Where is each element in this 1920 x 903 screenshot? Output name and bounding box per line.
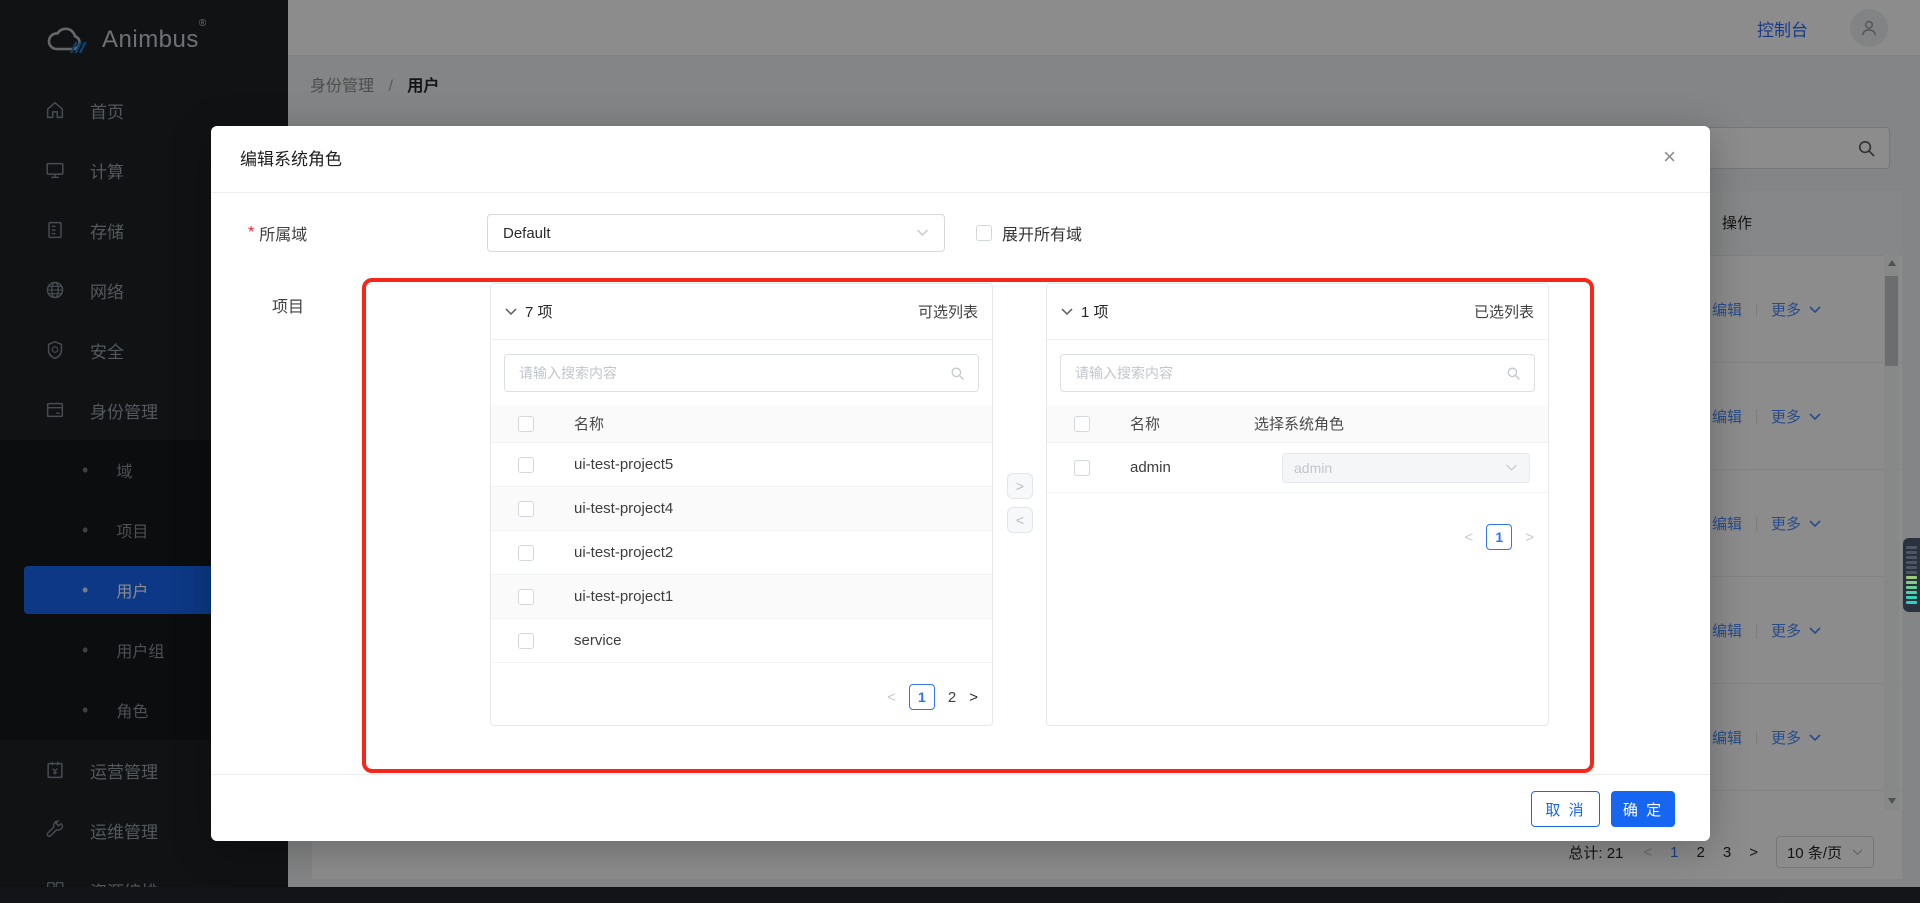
search-input[interactable] (505, 355, 978, 391)
panel-search-box (504, 354, 979, 392)
confirm-button[interactable]: 确 定 (1611, 791, 1675, 827)
modal-header: 编辑系统角色 × (211, 126, 1710, 193)
project-name: ui-test-project5 (574, 456, 674, 473)
checkbox[interactable] (518, 456, 534, 473)
panel-header: 1 项 已选列表 (1047, 284, 1548, 340)
page-1-button[interactable]: 1 (908, 684, 935, 710)
prev-page-button[interactable]: < (887, 689, 896, 706)
required-asterisk: * (248, 224, 255, 241)
cancel-button[interactable]: 取 消 (1531, 791, 1600, 827)
checkbox[interactable] (518, 632, 534, 649)
name-column-header: 名称 (1130, 416, 1161, 433)
role-select-value: admin (1294, 460, 1333, 476)
panel-search-box (1060, 354, 1535, 392)
project-row: ui-test-project2 (491, 531, 992, 575)
checkbox-label: 展开所有域 (1002, 227, 1083, 244)
panel-title: 已选列表 (1473, 304, 1534, 321)
selected-projects-panel: 1 项 已选列表 名称 选择系统角色 admin admin (1046, 283, 1549, 726)
close-icon[interactable]: × (1663, 146, 1676, 168)
chevron-down-icon (1061, 307, 1073, 315)
panel-pagination: < 1 2 > (887, 684, 978, 710)
checkbox[interactable] (518, 588, 534, 605)
select-all-checkbox[interactable] (1074, 415, 1090, 432)
project-row: ui-test-project4 (491, 487, 992, 531)
system-role-select-disabled[interactable]: admin (1282, 453, 1530, 483)
search-icon (951, 367, 964, 380)
checkbox[interactable] (1074, 459, 1090, 476)
expand-all-domains-checkbox[interactable]: 展开所有域 (976, 214, 1082, 252)
domain-select[interactable]: Default (487, 214, 945, 252)
domain-select-value: Default (503, 224, 551, 242)
project-row: service (491, 619, 992, 663)
screen: Animbus ® 首页 计算 存储 网络 安全 身份管理 • 域 • 项目 •… (0, 0, 1920, 903)
select-all-checkbox[interactable] (518, 415, 534, 432)
prev-page-button[interactable]: < (1464, 529, 1473, 546)
chevron-down-icon (1506, 464, 1517, 471)
checkbox[interactable] (976, 225, 992, 241)
search-input[interactable] (1061, 355, 1534, 391)
panel-count[interactable]: 7 项 (505, 301, 553, 322)
page-2-button[interactable]: 2 (948, 689, 956, 706)
project-name: service (574, 632, 622, 649)
role-column-header: 选择系统角色 (1254, 416, 1345, 433)
panel-count[interactable]: 1 项 (1061, 301, 1109, 322)
project-name: ui-test-project1 (574, 588, 674, 605)
next-page-button[interactable]: > (969, 689, 978, 706)
project-name: ui-test-project2 (574, 544, 674, 561)
checkbox[interactable] (518, 500, 534, 517)
project-row: ui-test-project1 (491, 575, 992, 619)
edit-system-role-modal: 编辑系统角色 × * 所属域 Default 展开所有域 项目 7 项 可选列表… (211, 126, 1710, 841)
project-name: admin (1130, 459, 1171, 476)
table-header-row: 名称 (491, 405, 992, 443)
search-icon (1507, 367, 1520, 380)
project-name: ui-test-project4 (574, 500, 674, 517)
domain-field-label: * 所属域 (248, 224, 308, 244)
checkbox[interactable] (518, 544, 534, 561)
available-projects-panel: 7 项 可选列表 名称 ui-test-project5 ui-test-pro… (490, 283, 993, 726)
selected-project-row: admin admin (1047, 443, 1548, 493)
page-1-button[interactable]: 1 (1486, 524, 1513, 550)
panel-header: 7 项 可选列表 (491, 284, 992, 340)
panel-title: 可选列表 (917, 304, 978, 321)
name-column-header: 名称 (574, 416, 605, 433)
chevron-down-icon (505, 307, 517, 315)
modal-footer: 取 消 确 定 (211, 774, 1710, 841)
project-row: ui-test-project5 (491, 443, 992, 487)
transfer-to-left-button[interactable]: < (1007, 507, 1033, 533)
next-page-button[interactable]: > (1525, 529, 1534, 546)
panel-pagination: < 1 > (1464, 524, 1534, 550)
transfer-to-right-button[interactable]: > (1007, 473, 1033, 499)
modal-title: 编辑系统角色 (240, 150, 342, 169)
table-header-row: 名称 选择系统角色 (1047, 405, 1548, 443)
side-float-widget[interactable] (1903, 538, 1920, 612)
project-field-label: 项目 (272, 299, 305, 316)
chevron-down-icon (917, 229, 928, 236)
